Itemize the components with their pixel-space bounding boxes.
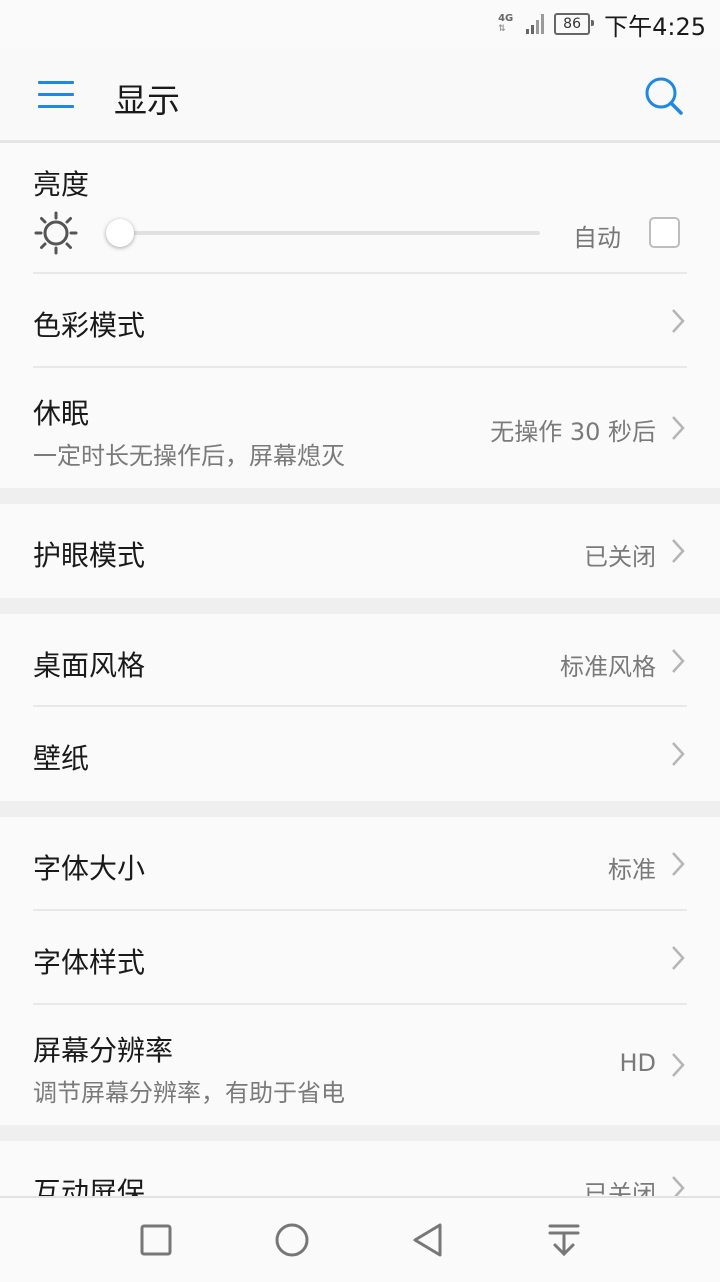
- resolution-label: 屏幕分辨率: [33, 1034, 174, 1067]
- wallpaper-item[interactable]: 壁纸: [0, 707, 720, 801]
- page-title: 显示: [114, 81, 180, 120]
- sleep-item[interactable]: 休眠 一定时长无操作后，屏幕熄灭 无操作 30 秒后: [0, 368, 720, 488]
- chevron-right-icon: [672, 852, 685, 876]
- color-mode-item[interactable]: 色彩模式: [0, 274, 720, 368]
- chevron-right-icon: [672, 1053, 685, 1077]
- brightness-slider[interactable]: [120, 231, 540, 235]
- status-bar: 4G ⇅ 86 下午4:25: [0, 0, 720, 48]
- font-size-item[interactable]: 字体大小 标准: [0, 817, 720, 911]
- color-mode-label: 色彩模式: [33, 309, 146, 342]
- battery-icon: 86: [554, 13, 595, 35]
- recents-icon[interactable]: [136, 1220, 176, 1260]
- chevron-right-icon: [672, 1176, 685, 1197]
- section-gap: [0, 488, 720, 504]
- navigation-bar: [0, 1196, 720, 1282]
- signal-icon: [526, 14, 545, 34]
- resolution-item[interactable]: 屏幕分辨率 调节屏幕分辨率，有助于省电 HD: [0, 1005, 720, 1125]
- chevron-right-icon: [672, 742, 685, 766]
- section-gap: [0, 801, 720, 817]
- font-style-item[interactable]: 字体样式: [0, 911, 720, 1005]
- menu-icon[interactable]: [38, 81, 74, 108]
- home-style-value: 标准风格: [560, 653, 656, 681]
- font-style-label: 字体样式: [33, 946, 146, 979]
- chevron-right-icon: [672, 416, 685, 440]
- settings-list: 亮度 自动 色彩模式 休眠 一定时长无操作后，屏幕熄灭 无操作 30 秒后 护眼: [0, 143, 720, 1197]
- home-style-item[interactable]: 桌面风格 标准风格: [0, 614, 720, 707]
- wallpaper-label: 壁纸: [33, 742, 90, 775]
- resolution-value: HD: [619, 1049, 656, 1077]
- section-gap: [0, 598, 720, 614]
- home-icon[interactable]: [272, 1220, 312, 1260]
- search-icon[interactable]: [644, 76, 684, 116]
- chevron-right-icon: [672, 946, 685, 970]
- font-size-value: 标准: [608, 856, 656, 884]
- section-gap: [0, 1125, 720, 1141]
- eye-comfort-item[interactable]: 护眼模式 已关闭: [0, 504, 720, 598]
- sleep-value: 无操作 30 秒后: [490, 418, 656, 446]
- sleep-description: 一定时长无操作后，屏幕熄灭: [33, 442, 345, 470]
- chevron-right-icon: [672, 309, 685, 333]
- home-style-label: 桌面风格: [33, 649, 146, 682]
- app-toolbar: 显示: [0, 48, 720, 143]
- screensaver-value: 已关闭: [584, 1180, 656, 1197]
- notification-pull-icon[interactable]: [544, 1220, 584, 1260]
- auto-brightness-label: 自动: [573, 224, 621, 252]
- auto-brightness-checkbox[interactable]: [649, 217, 680, 248]
- brightness-title: 亮度: [33, 168, 90, 201]
- sleep-label: 休眠: [33, 397, 90, 430]
- eye-comfort-value: 已关闭: [584, 543, 656, 571]
- brightness-section: 亮度 自动: [0, 143, 720, 274]
- font-size-label: 字体大小: [33, 852, 146, 885]
- brightness-slider-thumb[interactable]: [106, 219, 134, 247]
- eye-comfort-label: 护眼模式: [33, 539, 146, 572]
- chevron-right-icon: [672, 649, 685, 673]
- chevron-right-icon: [672, 539, 685, 563]
- back-icon[interactable]: [408, 1220, 448, 1260]
- screensaver-label: 互动屏保: [33, 1176, 146, 1197]
- status-time: 下午4:25: [604, 12, 706, 41]
- interactive-screensaver-item[interactable]: 互动屏保 已关闭: [0, 1141, 720, 1197]
- resolution-description: 调节屏幕分辨率，有助于省电: [33, 1079, 345, 1107]
- brightness-icon: [34, 211, 78, 255]
- battery-level: 86: [563, 16, 581, 32]
- network-4g-icon: 4G ⇅: [498, 13, 514, 34]
